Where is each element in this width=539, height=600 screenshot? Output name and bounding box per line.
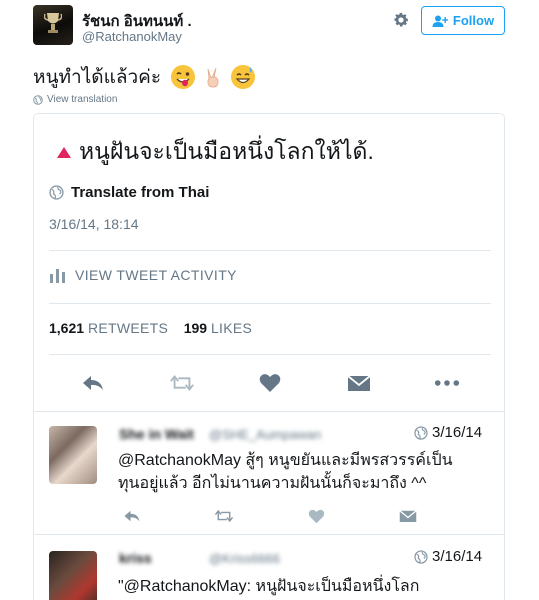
reply-text-line: ทุนอยู่แล้ว อีกไม่นานความฝันนั้นก็จะมาถึ…	[118, 475, 427, 492]
more-icon[interactable]	[434, 372, 460, 394]
gear-icon[interactable]	[392, 11, 410, 29]
globe-icon	[33, 94, 43, 105]
reply-icon[interactable]	[80, 372, 106, 394]
globe-icon	[49, 185, 64, 200]
profile-avatar[interactable]	[33, 5, 73, 45]
quoted-text-content: หนูฝันจะเป็นมือหนึ่งโลกให้ได้.	[79, 138, 374, 164]
username[interactable]: @RatchanokMay	[82, 29, 182, 44]
divider	[49, 354, 491, 355]
reply-icon[interactable]	[122, 507, 142, 525]
trophy-icon	[44, 13, 62, 33]
avatar[interactable]	[49, 551, 97, 600]
divider	[49, 303, 491, 304]
view-translation-label: View translation	[47, 94, 118, 105]
bar-chart-icon	[50, 269, 65, 283]
reply-text: "@RatchanokMay: หนูฝันจะเป็นมือหนึ่งโลก	[118, 575, 498, 598]
translate-label: Translate from Thai	[71, 184, 210, 201]
direct-message-icon[interactable]	[398, 507, 418, 525]
retweets-count[interactable]: 1,621	[49, 320, 84, 336]
timestamp[interactable]: 3/16/14, 18:14	[49, 216, 139, 232]
quoted-text: หนูฝันจะเป็นมือหนึ่งโลกให้ได้.	[57, 134, 374, 170]
activity-label: VIEW TWEET ACTIVITY	[75, 267, 237, 283]
retweet-icon[interactable]	[214, 507, 234, 525]
view-tweet-activity-link[interactable]: VIEW TWEET ACTIVITY	[49, 267, 237, 283]
tweet-stats: 1,621 RETWEETS 199 LIKES	[49, 320, 252, 336]
divider	[34, 411, 504, 412]
likes-label[interactable]: LIKES	[211, 320, 252, 336]
avatar[interactable]	[49, 426, 97, 484]
reply-name[interactable]: kriss	[119, 550, 152, 566]
reply-date-label: 3/16/14	[432, 424, 483, 441]
victory-hand-icon	[201, 65, 225, 89]
reply-text: @RatchanokMay สู้ๆ หนูขยันและมีพรสวรรค์เ…	[118, 449, 498, 495]
add-user-icon	[432, 15, 448, 27]
heart-icon[interactable]	[306, 507, 326, 525]
follow-button[interactable]: Follow	[421, 6, 505, 35]
divider	[49, 250, 491, 251]
tweet-text-content: หนูทำได้แล้วค่ะ	[33, 67, 162, 88]
reply-date-label: 3/16/14	[432, 548, 483, 565]
reply-handle[interactable]: @Kriss6666	[209, 551, 280, 566]
tweet-actions	[80, 372, 460, 394]
tweet-text: หนูทำได้แล้วค่ะ	[33, 62, 256, 92]
direct-message-icon[interactable]	[346, 372, 372, 394]
view-translation-link[interactable]: View translation	[33, 94, 117, 105]
likes-count[interactable]: 199	[184, 320, 207, 336]
quoted-tweet-card: หนูฝันจะเป็นมือหนึ่งโลกให้ได้. Translate…	[33, 113, 505, 600]
divider	[34, 534, 504, 535]
follow-label: Follow	[452, 13, 495, 28]
reply-date[interactable]: 3/16/14	[414, 424, 482, 441]
red-triangle-icon	[57, 146, 71, 158]
reply-handle[interactable]: @SHE_Aumpawan	[209, 427, 321, 442]
winking-face-tongue-icon	[171, 65, 196, 89]
reply-text-line: @RatchanokMay สู้ๆ หนูขยันและมีพรสวรรค์เ…	[118, 452, 453, 469]
grinning-sweat-face-icon	[231, 65, 256, 89]
reply-text-line: "@RatchanokMay: หนูฝันจะเป็นมือหนึ่งโลก	[118, 578, 420, 595]
heart-icon[interactable]	[257, 372, 283, 394]
globe-icon	[414, 425, 428, 440]
translate-link[interactable]: Translate from Thai	[49, 184, 209, 201]
globe-icon	[414, 549, 428, 564]
reply-date[interactable]: 3/16/14	[414, 548, 482, 565]
retweets-label[interactable]: RETWEETS	[88, 320, 168, 336]
reply-actions	[122, 507, 418, 525]
retweet-icon[interactable]	[169, 372, 195, 394]
reply-name[interactable]: She in Wait	[119, 426, 194, 442]
